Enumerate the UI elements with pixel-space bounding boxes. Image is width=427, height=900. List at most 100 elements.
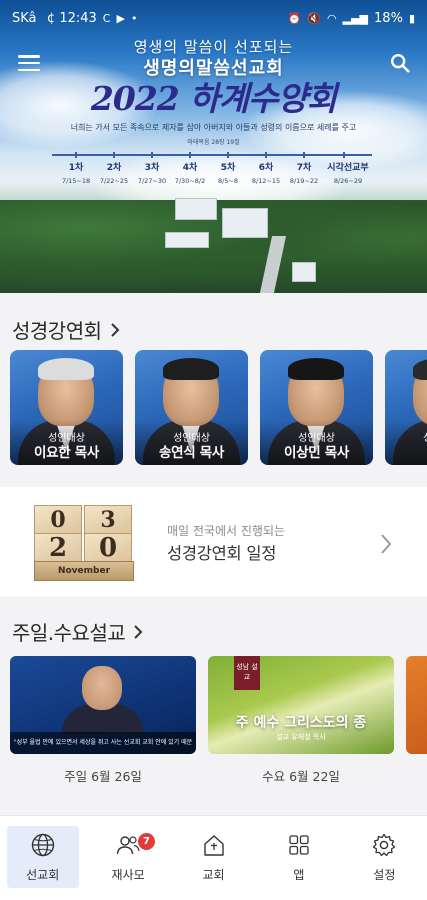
signal-icon: ▂▄▆ (342, 11, 369, 25)
section-title: 성경강연회 (12, 319, 102, 343)
nav-item-mission[interactable]: 선교회 (0, 816, 85, 900)
hero-verse-reference: 마태복음 28장 19절 (187, 139, 240, 146)
schedule-card-title: 성경강연회 일정 (167, 544, 277, 563)
schedule-line (52, 154, 372, 156)
sermon-date: 수요 6월 22일 (262, 769, 340, 784)
alarm-icon: ⏰ (287, 11, 302, 25)
carrier-time: SKâ¢ 12:43 (12, 10, 97, 26)
speaker-name: 이상민 목사 (284, 445, 349, 461)
nav-item-community[interactable]: 재사모 (85, 816, 170, 900)
chevron-right-icon (110, 322, 119, 337)
notification-icon: C (102, 11, 111, 25)
church-icon (203, 835, 224, 856)
schedule-dates: 8/26~29 (333, 177, 363, 185)
nav-item-apps[interactable]: 앱 (256, 816, 341, 900)
speaker-card[interactable]: 성인대상 이상민 목사 (260, 350, 373, 465)
menu-icon[interactable] (18, 55, 40, 71)
schedule-tick (189, 152, 191, 158)
speaker-card[interactable]: 성인대상 송연식 목사 (135, 350, 248, 465)
youtube-icon: ▶ (116, 11, 125, 25)
schedule-card-subtitle: 매일 전국에서 진행되는 (167, 524, 286, 538)
nav-label: 재사모 (111, 868, 145, 882)
calendar-blocks-image: 0 3 2 0 November (28, 501, 138, 581)
globe-icon (31, 833, 54, 857)
schedule-dates: 8/19~22 (289, 177, 319, 185)
sermon-title: 주 예수 그리스도의 종 (235, 715, 367, 731)
sermon-badge: 성남 설교 (234, 656, 260, 690)
sermons-section-header[interactable]: 주일.수요설교 (12, 617, 145, 646)
menu-icon-bar (18, 61, 40, 65)
schedule-tick (303, 152, 305, 158)
hero-verse: 너희는 가서 모든 족속으로 제자를 삼아 아버지와 아들과 성령의 이름으로 … (70, 123, 357, 132)
speaker-hair (163, 358, 219, 380)
speaker-hair (288, 358, 344, 380)
sermon-thumbnail: 성남 설교 주 예수 그리스도의 종 설교 유재철 목사 (208, 656, 394, 754)
people-icon (116, 836, 140, 855)
lecture-schedule-card[interactable]: 0 3 2 0 November 매일 전국에서 진행되는 성경강연회 일정 (0, 487, 427, 597)
top-app-bar (0, 46, 427, 80)
schedule-tick (265, 152, 267, 158)
schedule-tick (75, 152, 77, 158)
schedule-label: 시각선교부 (327, 163, 369, 173)
sermon-thumbnail: "성부 율법 안에 있으면서 세상을 쥐고 사는 선교회 교회 안에 있기 때문… (10, 656, 196, 754)
nav-label: 교회 (202, 868, 225, 882)
battery-level: 18% (374, 10, 403, 26)
sermon-card[interactable]: "성부 율법 안에 있으면서 세상을 쥐고 사는 선교회 교회 안에 있기 때문… (10, 656, 196, 786)
schedule-tick (113, 152, 115, 158)
calendar-month: November (34, 561, 134, 581)
menu-icon-bar (18, 55, 40, 58)
schedule-tick (227, 152, 229, 158)
calendar-cube: 0 (84, 533, 132, 563)
calendar-cube: 0 (34, 505, 82, 535)
speaker-hair (38, 358, 94, 380)
sermon-card[interactable] (406, 656, 427, 786)
speaker-carousel[interactable]: 성인대상 이요한 목사 성인대상 송연식 목사 성인대상 이상민 목사 (10, 350, 427, 465)
nav-label: 설정 (373, 868, 396, 882)
notification-badge: 7 (138, 833, 155, 850)
bottom-navigation: 선교회 재사모 교회 앱 설정 7 (0, 815, 427, 900)
preacher-photo (82, 666, 122, 710)
sermon-carousel[interactable]: "성부 율법 안에 있으면서 세상을 쥐고 사는 선교회 교회 안에 있기 때문… (10, 656, 427, 786)
chevron-right-icon (134, 624, 143, 639)
dot-icon: • (130, 11, 138, 25)
sermon-card[interactable]: 성남 설교 주 예수 그리스도의 종 설교 유재철 목사 수요 6월 22일 (208, 656, 394, 786)
apps-grid-icon (289, 835, 309, 855)
schedule-tick (151, 152, 153, 158)
section-title: 주일.수요설교 (12, 621, 126, 645)
nav-label: 선교회 (26, 868, 60, 882)
schedule-label: 7차 (296, 163, 312, 173)
schedule-tick (343, 152, 345, 158)
schedule-item: 시각선교부 8/26~29 (322, 152, 374, 185)
building-illustration (292, 262, 316, 282)
sermon-date: 주일 6월 26일 (64, 769, 142, 784)
building-illustration (222, 208, 268, 238)
nav-item-settings[interactable]: 설정 (342, 816, 427, 900)
building-illustration (175, 198, 217, 220)
calendar-cube: 3 (84, 505, 132, 535)
menu-icon-bar (18, 68, 40, 71)
schedule-item: 7차 8/19~22 (282, 152, 326, 185)
speaker-name: 홍기 (385, 441, 427, 461)
nav-item-church[interactable]: 교회 (171, 816, 256, 900)
gear-icon (373, 833, 396, 857)
speaker-hair (413, 358, 427, 380)
chevron-right-icon (381, 534, 392, 554)
building-illustration (165, 232, 209, 248)
speaker-name: 이요한 목사 (34, 445, 99, 461)
retreat-schedule: 1차 7/15~18 2차 7/22~25 3차 7/27~30 4차 7/30… (52, 150, 372, 190)
speaker-card[interactable]: 성인대상 홍기 (385, 350, 427, 465)
app-screen: SKâ¢ 12:43 C ▶ • ⏰ 🔇 ◠ ▂▄▆ 18% ▮ 영생의 말씀… (0, 0, 427, 900)
hero-banner[interactable]: SKâ¢ 12:43 C ▶ • ⏰ 🔇 ◠ ▂▄▆ 18% ▮ 영생의 말씀… (0, 0, 427, 293)
wifi-icon: ◠ (327, 11, 337, 25)
nav-label: 앱 (293, 868, 305, 882)
mute-icon: 🔇 (307, 11, 322, 25)
calendar-cube: 2 (34, 533, 82, 563)
status-bar: SKâ¢ 12:43 C ▶ • ⏰ 🔇 ◠ ▂▄▆ 18% ▮ (0, 0, 427, 36)
battery-icon: ▮ (408, 11, 415, 25)
sermon-speaker: 설교 유재철 목사 (276, 733, 326, 741)
sermon-caption: "성부 율법 안에 있으면서 세상을 쥐고 사는 선교회 교회 안에 있기 때문… (10, 732, 196, 754)
speaker-card[interactable]: 성인대상 이요한 목사 (10, 350, 123, 465)
sermon-thumbnail (406, 656, 427, 754)
search-icon[interactable] (389, 52, 411, 74)
bible-lecture-section-header[interactable]: 성경강연회 (12, 315, 122, 344)
